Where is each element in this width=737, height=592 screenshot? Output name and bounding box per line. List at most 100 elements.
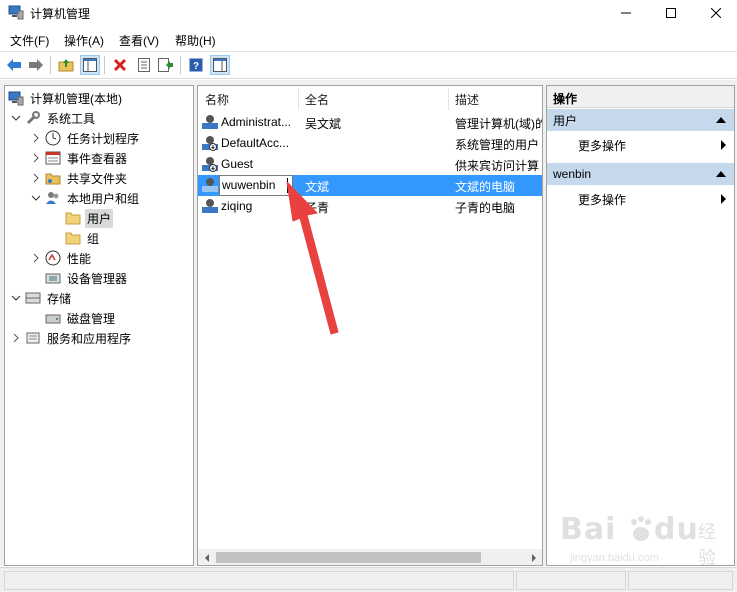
submenu-arrow-icon xyxy=(721,194,726,204)
tree-item-event-viewer[interactable]: 事件查看器 xyxy=(30,148,129,168)
menu-view[interactable]: 查看(V) xyxy=(119,32,159,49)
minimize-icon xyxy=(621,12,631,14)
tree-item-shared-folders[interactable]: 共享文件夹 xyxy=(30,168,129,188)
user-icon xyxy=(202,115,218,129)
action-more-actions[interactable]: 更多操作 xyxy=(547,134,734,156)
column-header-name[interactable]: 名称 xyxy=(198,86,298,112)
help-button[interactable]: ? xyxy=(186,55,206,75)
scroll-right-arrow-icon[interactable] xyxy=(525,549,542,565)
services-icon xyxy=(25,330,41,346)
storage-icon xyxy=(25,290,41,306)
user-icon xyxy=(202,199,218,213)
content-area: 计算机管理(本地) 系统工具 任务计划程序 事件查看器 共享文件夹 本地用户和组 xyxy=(0,80,737,566)
collapse-chevron-icon[interactable] xyxy=(10,292,22,304)
menu-bar: 文件(F) 操作(A) 查看(V) 帮助(H) xyxy=(0,28,737,50)
properties-icon xyxy=(138,58,150,72)
computer-management-icon xyxy=(8,90,24,106)
table-row[interactable]: ziqing 子青 子青的电脑 xyxy=(198,196,542,217)
close-button[interactable] xyxy=(693,0,737,26)
user-icon xyxy=(202,178,218,192)
actions-pane: 操作 用户 更多操作 wenbin 更多操作 xyxy=(546,85,735,566)
menu-help[interactable]: 帮助(H) xyxy=(175,32,216,49)
user-disabled-icon xyxy=(202,136,218,151)
show-hide-action-pane-button[interactable] xyxy=(210,55,230,75)
close-icon xyxy=(711,8,721,18)
expand-chevron-icon[interactable] xyxy=(30,132,42,144)
tree-item-users[interactable]: 用户 xyxy=(65,208,114,228)
horizontal-scrollbar[interactable] xyxy=(198,549,542,565)
back-arrow-icon xyxy=(7,59,21,71)
shared-folder-icon xyxy=(45,170,61,186)
svg-text:?: ? xyxy=(193,61,199,72)
tree-item-task-scheduler[interactable]: 任务计划程序 xyxy=(30,128,141,148)
expand-chevron-icon[interactable] xyxy=(30,172,42,184)
status-segment xyxy=(628,571,733,590)
user-list: 名称 全名 描述 Administrat... 吴文斌 管理计算机(域)的 De… xyxy=(197,85,543,566)
help-icon: ? xyxy=(189,58,203,72)
submenu-arrow-icon xyxy=(721,140,726,150)
up-level-button[interactable] xyxy=(56,55,76,75)
table-row-selected[interactable]: wuwenbin 文斌 文斌的电脑 xyxy=(198,175,542,196)
folder-icon xyxy=(65,210,81,226)
minimize-button[interactable] xyxy=(603,0,649,26)
collapse-chevron-icon[interactable] xyxy=(30,192,42,204)
forward-button[interactable] xyxy=(26,55,46,75)
status-bar xyxy=(0,567,737,592)
tree-item-groups[interactable]: 组 xyxy=(65,228,101,248)
action-group-wenbin[interactable]: wenbin xyxy=(547,163,734,185)
menu-file[interactable]: 文件(F) xyxy=(10,32,49,49)
tree-item-performance[interactable]: 性能 xyxy=(30,248,93,268)
menu-action[interactable]: 操作(A) xyxy=(64,32,104,49)
collapse-chevron-icon[interactable] xyxy=(10,112,22,124)
export-list-button[interactable] xyxy=(156,55,176,75)
show-hide-tree-button[interactable] xyxy=(80,55,100,75)
scrollbar-thumb[interactable] xyxy=(216,552,481,563)
tree-item-storage[interactable]: 存储 xyxy=(10,288,73,308)
delete-button[interactable] xyxy=(110,55,130,75)
console-tree: 计算机管理(本地) 系统工具 任务计划程序 事件查看器 共享文件夹 本地用户和组 xyxy=(4,85,194,566)
maximize-button[interactable] xyxy=(648,0,694,26)
status-segment xyxy=(4,571,514,590)
column-header-full-name[interactable]: 全名 xyxy=(298,86,448,112)
action-group-users[interactable]: 用户 xyxy=(547,109,734,131)
table-row[interactable]: Guest 供来宾访问计算 xyxy=(198,154,542,175)
folder-icon xyxy=(65,230,81,246)
tree-item-computer-management[interactable]: 计算机管理(本地) xyxy=(8,88,124,108)
user-disabled-icon xyxy=(202,157,218,172)
tree-item-device-manager[interactable]: 设备管理器 xyxy=(45,268,129,288)
toolbar-separator xyxy=(104,56,105,74)
table-row[interactable]: DefaultAcc... 系统管理的用户 xyxy=(198,133,542,154)
export-icon xyxy=(158,58,173,72)
column-header-description[interactable]: 描述 xyxy=(448,86,542,112)
action-more-actions[interactable]: 更多操作 xyxy=(547,188,734,210)
users-icon xyxy=(45,190,61,206)
collapse-up-icon xyxy=(716,117,726,123)
console-tree-icon xyxy=(83,58,97,72)
tree-item-services-applications[interactable]: 服务和应用程序 xyxy=(10,328,133,348)
toolbar-separator xyxy=(180,56,181,74)
rename-input[interactable]: wuwenbin xyxy=(219,175,293,196)
status-segment xyxy=(516,571,626,590)
action-pane-icon xyxy=(213,58,227,72)
event-viewer-icon xyxy=(45,150,61,166)
tree-item-system-tools[interactable]: 系统工具 xyxy=(10,108,97,128)
toolbar: ? xyxy=(0,51,737,79)
table-row[interactable]: Administrat... 吴文斌 管理计算机(域)的 xyxy=(198,112,542,133)
tree-item-disk-management[interactable]: 磁盘管理 xyxy=(45,308,117,328)
window-title: 计算机管理 xyxy=(30,7,91,21)
scroll-left-arrow-icon[interactable] xyxy=(198,549,215,565)
expand-chevron-icon[interactable] xyxy=(10,332,22,344)
clock-icon xyxy=(45,130,61,146)
device-manager-icon xyxy=(45,270,61,286)
computer-management-icon xyxy=(8,5,24,20)
back-button[interactable] xyxy=(4,55,24,75)
tree-item-local-users-groups[interactable]: 本地用户和组 xyxy=(30,188,141,208)
performance-icon xyxy=(45,250,61,266)
expand-chevron-icon[interactable] xyxy=(30,252,42,264)
properties-button[interactable] xyxy=(134,55,154,75)
expand-chevron-icon[interactable] xyxy=(30,152,42,164)
toolbar-separator xyxy=(50,56,51,74)
title-bar: 计算机管理 xyxy=(0,0,737,26)
delete-x-icon xyxy=(113,58,127,72)
tools-icon xyxy=(25,110,41,126)
